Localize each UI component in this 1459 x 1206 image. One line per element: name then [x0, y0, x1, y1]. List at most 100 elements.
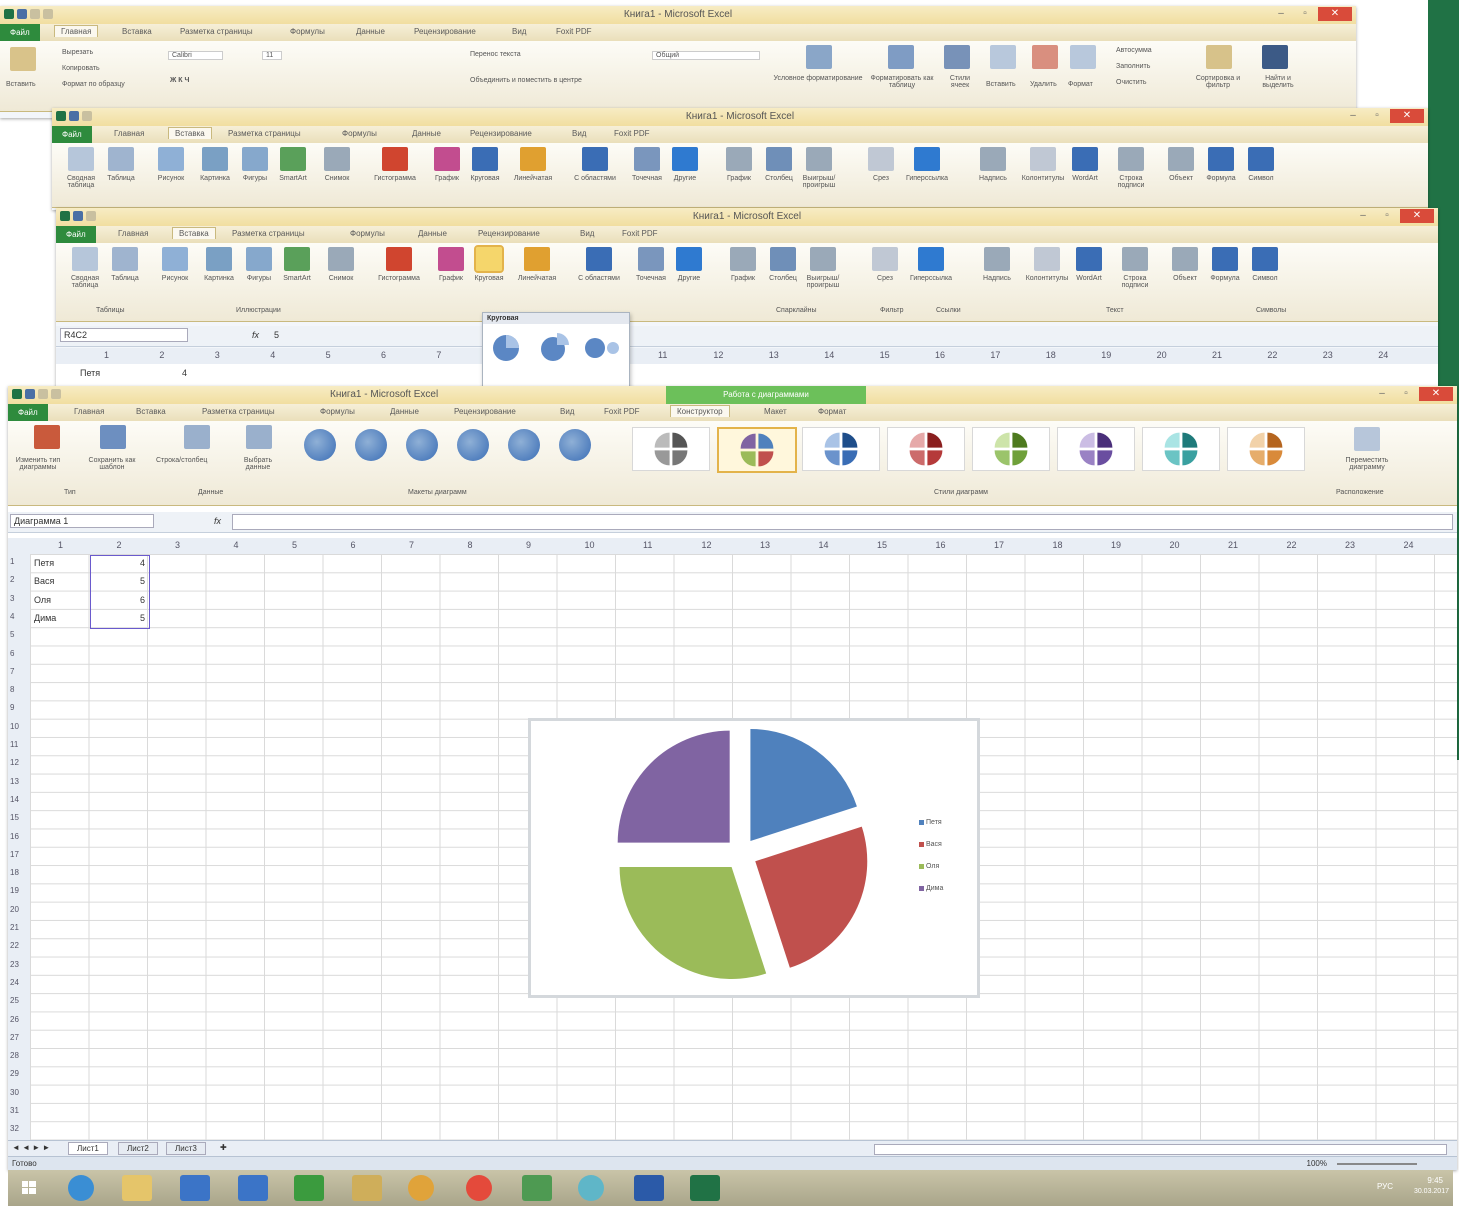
signature-line-icon[interactable]: [1118, 147, 1144, 171]
bar-chart-icon[interactable]: [520, 147, 546, 171]
tab-formulas[interactable]: Формулы: [350, 229, 385, 238]
row-header[interactable]: 13: [10, 777, 19, 786]
store-icon[interactable]: [294, 1175, 324, 1201]
wordart-icon[interactable]: [1072, 147, 1098, 171]
row-header[interactable]: 12: [10, 758, 19, 767]
change-chart-type-icon[interactable]: [34, 425, 60, 449]
tab-page-layout[interactable]: Разметка страницы: [180, 27, 253, 36]
equation-icon[interactable]: [1208, 147, 1234, 171]
column-header[interactable]: 11: [643, 540, 652, 550]
chart-style-option[interactable]: [1057, 427, 1135, 471]
clear-button[interactable]: Очистить: [1116, 79, 1146, 86]
table-icon[interactable]: [108, 147, 134, 171]
column-header[interactable]: 2: [159, 350, 164, 360]
tab-file[interactable]: Файл: [56, 226, 96, 243]
histogram-icon[interactable]: [382, 147, 408, 171]
other-charts-icon[interactable]: [676, 247, 702, 271]
conditional-format-icon[interactable]: [806, 45, 832, 69]
smartart-icon[interactable]: [280, 147, 306, 171]
folder-icon[interactable]: [122, 1175, 152, 1201]
tab-file[interactable]: Файл: [8, 404, 48, 421]
undo-icon[interactable]: [38, 389, 48, 399]
chart-style-option[interactable]: [802, 427, 880, 471]
row-header[interactable]: 7: [10, 667, 14, 676]
column-header[interactable]: 21: [1228, 540, 1238, 550]
format-cells-icon[interactable]: [1070, 45, 1096, 69]
name-box[interactable]: R4C2: [60, 328, 188, 342]
row-header[interactable]: 30: [10, 1088, 19, 1097]
column-header[interactable]: 24: [1404, 540, 1414, 550]
tab-view[interactable]: Вид: [580, 229, 594, 238]
font-size-select[interactable]: 11: [262, 51, 283, 60]
font-select[interactable]: Calibri: [168, 51, 223, 60]
slicer-icon[interactable]: [872, 247, 898, 271]
number-format-select[interactable]: Общий: [652, 51, 761, 60]
fx-icon[interactable]: fx: [252, 330, 259, 340]
tab-page-layout[interactable]: Разметка страницы: [228, 129, 301, 138]
sparkline-winloss-icon[interactable]: [810, 247, 836, 271]
maximize-button[interactable]: ▫: [1294, 7, 1316, 21]
move-chart-icon[interactable]: [1354, 427, 1380, 451]
textbox-icon[interactable]: [984, 247, 1010, 271]
column-header[interactable]: 9: [526, 540, 531, 550]
tab-data[interactable]: Данные: [418, 229, 447, 238]
equation-icon[interactable]: [1212, 247, 1238, 271]
chrome-icon[interactable]: [466, 1175, 492, 1201]
row-header[interactable]: 4: [10, 612, 14, 621]
pivot-table-icon[interactable]: [72, 247, 98, 271]
column-header[interactable]: 12: [713, 350, 723, 360]
save-template-icon[interactable]: [100, 425, 126, 449]
tab-data[interactable]: Данные: [412, 129, 441, 138]
tab-foxit[interactable]: Foxit PDF: [614, 129, 650, 138]
column-header[interactable]: 10: [585, 540, 595, 550]
merge-button[interactable]: Объединить и поместить в центре: [470, 77, 582, 84]
row-header[interactable]: 11: [10, 740, 18, 749]
tab-formulas[interactable]: Формулы: [320, 407, 355, 416]
chart-layout-option[interactable]: [457, 429, 489, 461]
paste-icon[interactable]: [10, 47, 36, 71]
row-header[interactable]: 10: [10, 722, 19, 731]
smartart-icon[interactable]: [284, 247, 310, 271]
cell-name[interactable]: Вася: [34, 576, 54, 586]
tab-page-layout[interactable]: Разметка страницы: [202, 407, 275, 416]
select-data-icon[interactable]: [246, 425, 272, 449]
tab-insert[interactable]: Вставка: [172, 227, 216, 239]
column-header[interactable]: 15: [880, 350, 890, 360]
media-icon[interactable]: [408, 1175, 434, 1201]
column-header[interactable]: 15: [877, 540, 887, 550]
browser-icon[interactable]: [578, 1175, 604, 1201]
area-chart-icon[interactable]: [586, 247, 612, 271]
autosum-button[interactable]: Автосумма: [1116, 47, 1152, 54]
column-header[interactable]: 16: [935, 350, 945, 360]
object-icon[interactable]: [1172, 247, 1198, 271]
tab-foxit[interactable]: Foxit PDF: [622, 229, 658, 238]
legend-item[interactable]: Вася: [919, 841, 942, 848]
column-header[interactable]: 13: [769, 350, 779, 360]
tab-foxit[interactable]: Foxit PDF: [556, 27, 592, 36]
textbox-icon[interactable]: [980, 147, 1006, 171]
tab-format[interactable]: Формат: [818, 407, 846, 416]
pivot-table-icon[interactable]: [68, 147, 94, 171]
area-chart-icon[interactable]: [582, 147, 608, 171]
line-chart-icon[interactable]: [438, 247, 464, 271]
tab-file[interactable]: Файл: [52, 126, 92, 143]
row-header[interactable]: 23: [10, 960, 19, 969]
row-header[interactable]: 6: [10, 649, 14, 658]
sparkline-winloss-icon[interactable]: [806, 147, 832, 171]
sparkline-column-icon[interactable]: [770, 247, 796, 271]
chart-style-option[interactable]: [887, 427, 965, 471]
tab-formulas[interactable]: Формулы: [290, 27, 325, 36]
sheet-tab-3[interactable]: Лист3: [166, 1142, 206, 1155]
tab-data[interactable]: Данные: [390, 407, 419, 416]
row-header[interactable]: 8: [10, 685, 14, 694]
zoom-slider[interactable]: [1337, 1163, 1417, 1165]
row-header[interactable]: 22: [10, 941, 19, 950]
slicer-icon[interactable]: [868, 147, 894, 171]
copy-button[interactable]: Копировать: [62, 65, 100, 72]
redo-icon[interactable]: [51, 389, 61, 399]
clipart-icon[interactable]: [206, 247, 232, 271]
column-header[interactable]: 20: [1157, 350, 1167, 360]
chart-style-option[interactable]: [717, 427, 797, 473]
pie-chart-icon[interactable]: [472, 147, 498, 171]
column-header[interactable]: 22: [1287, 540, 1297, 550]
